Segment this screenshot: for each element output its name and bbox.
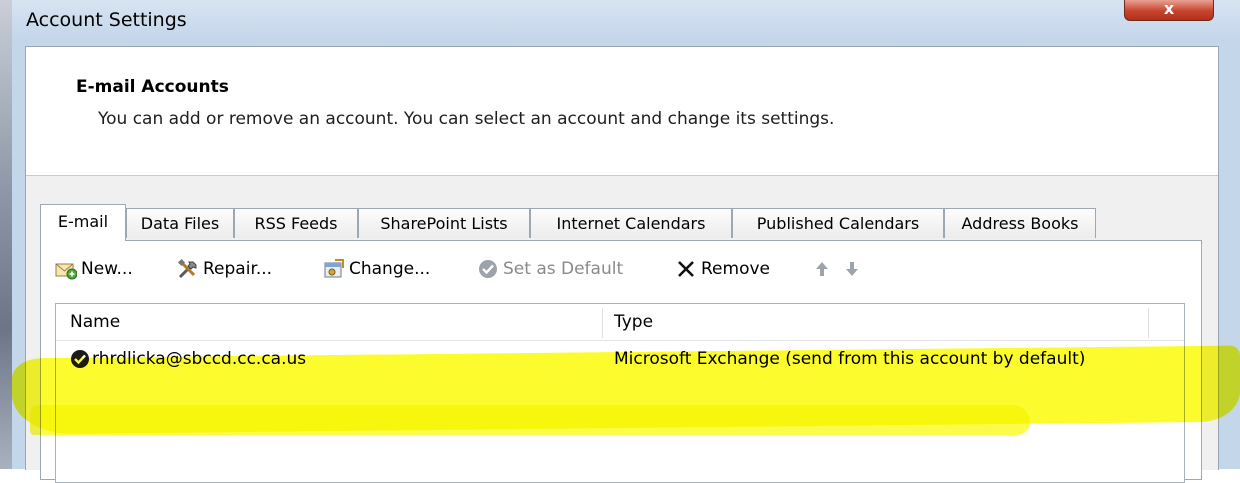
accounts-list[interactable]: Name Type rhrdlicka@sbccd.cc.ca.us Micro… [55,303,1185,483]
tab-sharepoint-lists[interactable]: SharePoint Lists [358,208,530,238]
repair-button-label: Repair... [203,259,273,279]
change-button[interactable]: Change... [323,255,430,283]
tab-data-files[interactable]: Data Files [126,208,234,238]
close-icon: x [1163,0,1175,18]
new-button-label: New... [81,259,133,279]
remove-button-label: Remove [701,259,770,279]
new-button[interactable]: New... [55,255,133,283]
column-divider[interactable] [1148,308,1149,338]
tab-internet-calendars[interactable]: Internet Calendars [530,208,732,238]
tab-rss-feeds[interactable]: RSS Feeds [234,208,358,238]
tab-email[interactable]: E-mail [40,204,126,241]
tools-icon [177,258,197,279]
arrow-down-icon [846,262,858,276]
column-header-type[interactable]: Type [614,304,653,340]
change-settings-icon [324,259,344,278]
table-row[interactable]: rhrdlicka@sbccd.cc.ca.us Microsoft Excha… [56,342,1184,376]
default-account-check-icon [71,350,89,368]
set-as-default-button[interactable]: Set as Default [477,255,623,283]
account-settings-window: Account Settings x E-mail Accounts You c… [12,0,1240,483]
column-header-name[interactable]: Name [70,304,120,340]
dialog-body: E-mail Accounts You can add or remove an… [25,46,1219,483]
column-divider[interactable] [602,308,603,338]
remove-x-icon [678,261,694,277]
email-tab-panel: New... Repair... Change... Set as Defaul… [40,240,1202,483]
repair-button[interactable]: Repair... [177,255,272,283]
close-button[interactable]: x [1124,0,1214,21]
section-title: E-mail Accounts [76,77,229,97]
account-name-cell: rhrdlicka@sbccd.cc.ca.us [92,349,307,369]
checkmark-circle-icon [479,260,497,278]
account-toolbar: New... Repair... Change... Set as Defaul… [55,255,955,283]
move-down-button[interactable] [841,255,867,283]
title-bar[interactable]: Account Settings x [12,0,1240,46]
header-pane: E-mail Accounts You can add or remove an… [26,47,1218,176]
remove-button[interactable]: Remove [675,255,770,283]
tab-published-calendars[interactable]: Published Calendars [732,208,944,238]
tab-address-books[interactable]: Address Books [944,208,1096,238]
change-button-label: Change... [349,259,431,279]
window-title: Account Settings [26,9,187,31]
arrow-up-icon [816,262,828,276]
new-account-icon [55,263,77,280]
desktop-edge [0,0,12,469]
section-description: You can add or remove an account. You ca… [98,109,835,129]
set-as-default-label: Set as Default [503,259,624,279]
account-type-cell: Microsoft Exchange (send from this accou… [614,349,1086,369]
list-header: Name Type [56,304,1184,341]
move-up-button[interactable] [811,255,837,283]
tab-area: E-mail Data Files RSS Feeds SharePoint L… [26,176,1218,483]
